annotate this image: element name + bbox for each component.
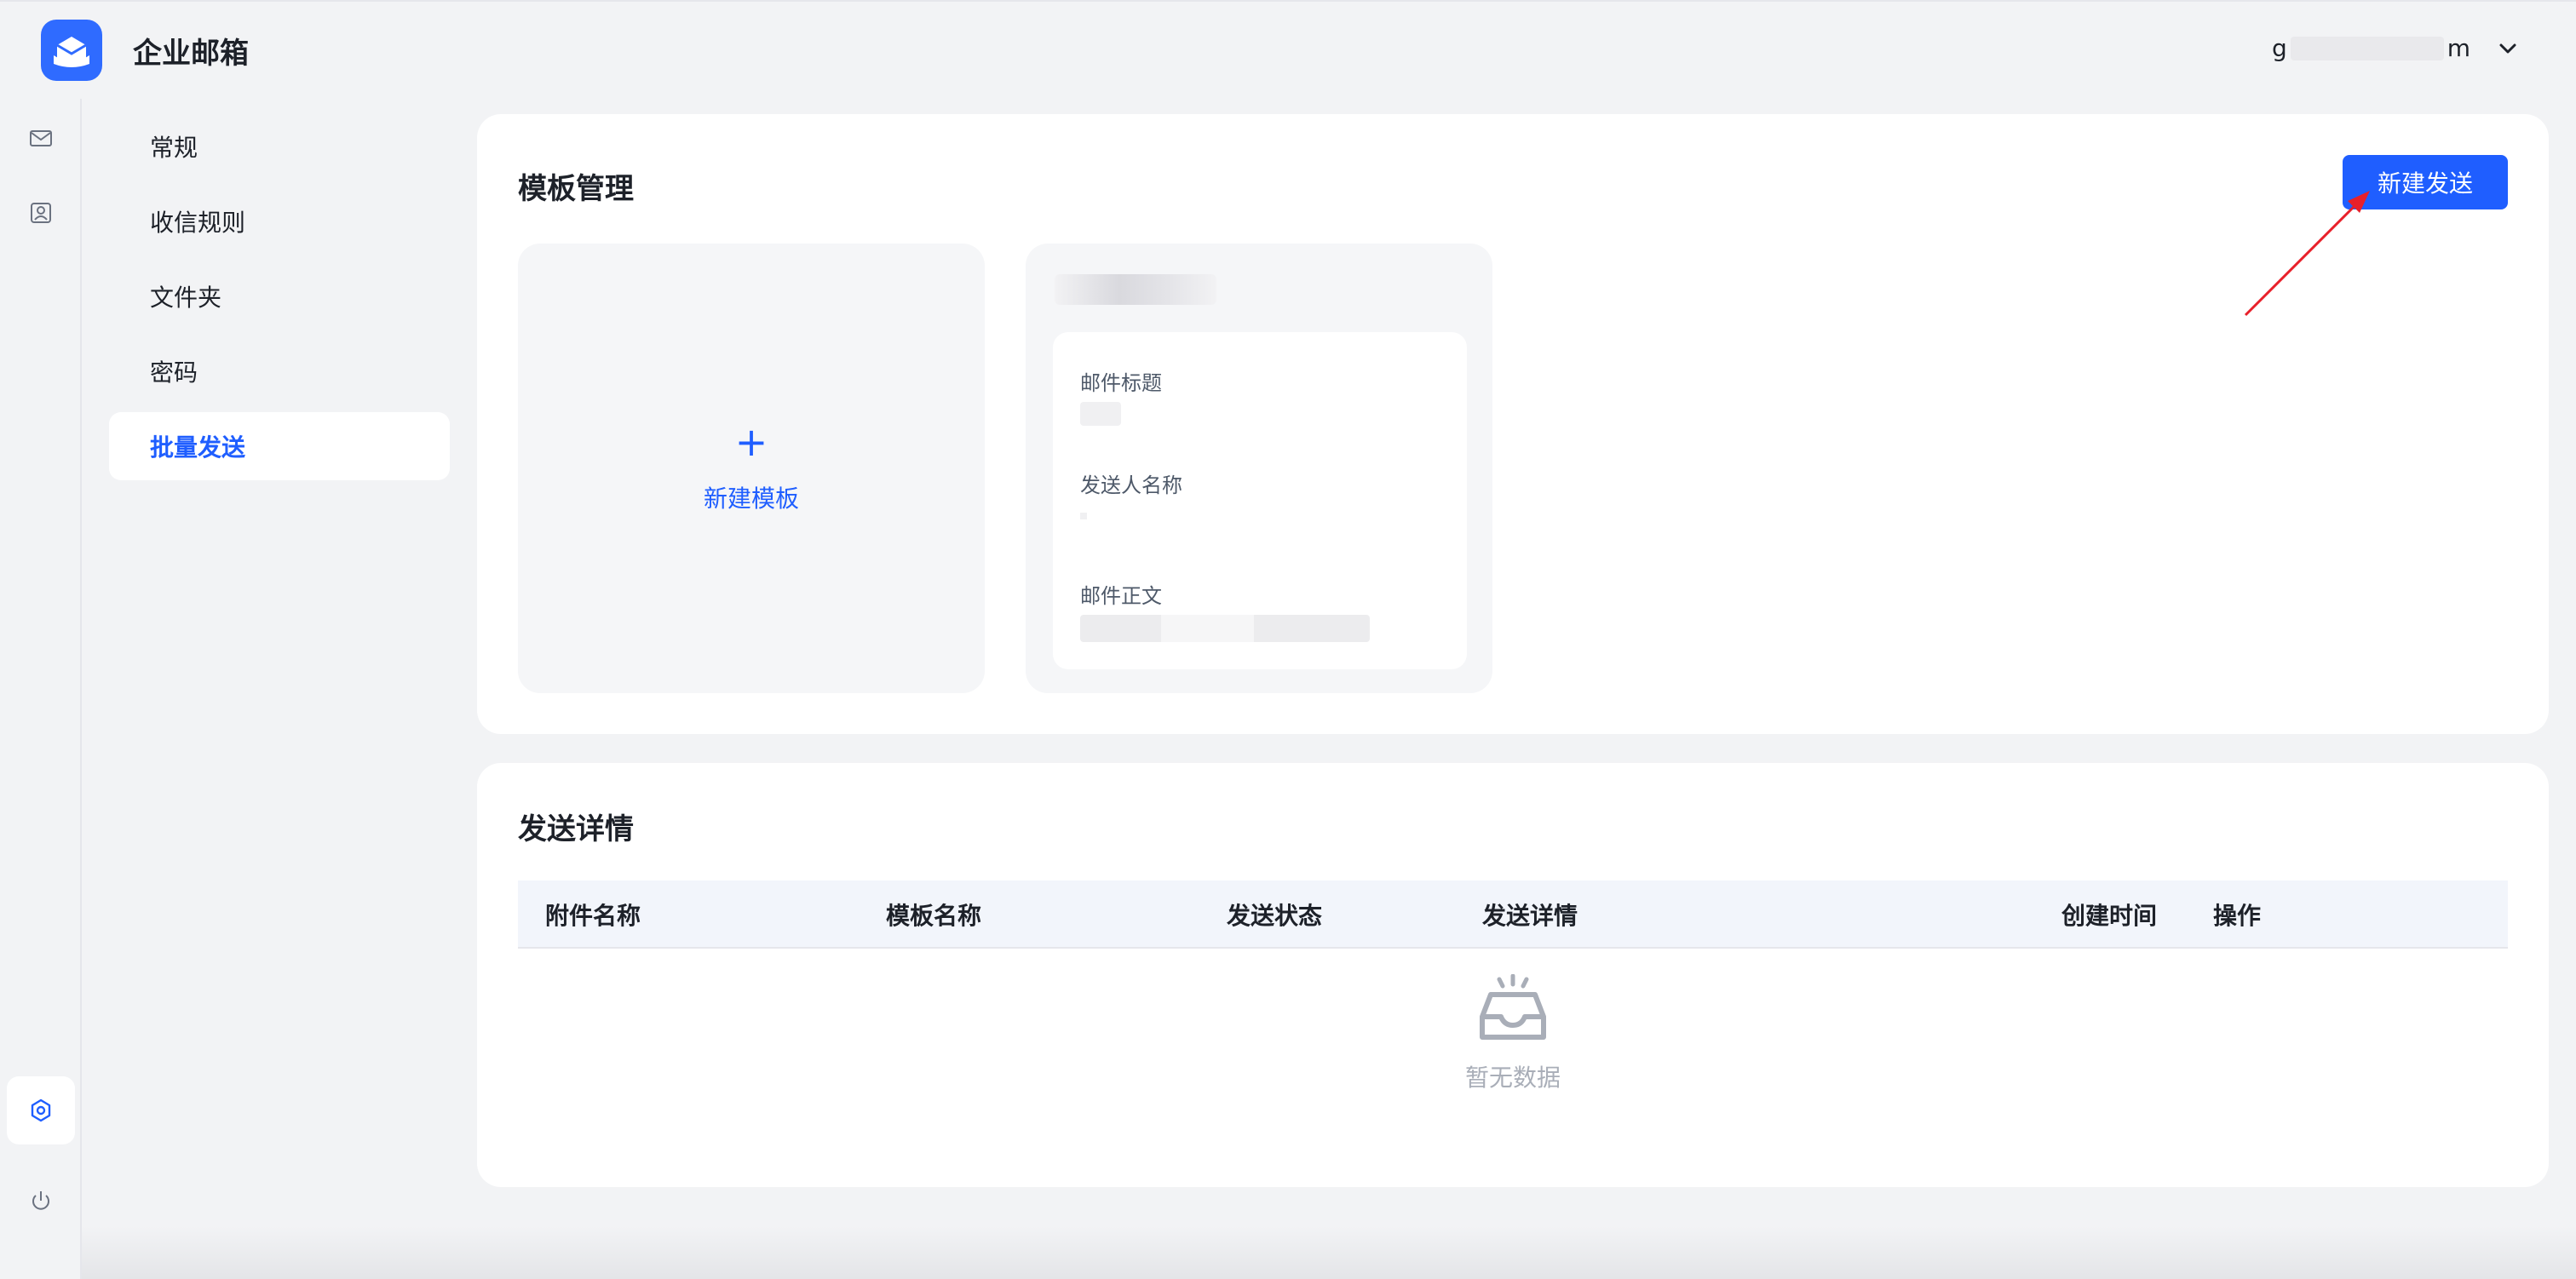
user-email-prefix: g <box>2271 34 2287 62</box>
sender-name-label: 发送人名称 <box>1080 473 1182 497</box>
mail-icon[interactable] <box>7 104 75 172</box>
plus-icon: + <box>734 419 768 465</box>
bottom-edge <box>82 1226 2576 1279</box>
nav-item-bulk-send[interactable]: 批量发送 <box>109 412 450 480</box>
body-value-redacted <box>1080 615 1440 642</box>
column-template-name: 模板名称 <box>886 902 982 930</box>
empty-state-text: 暂无数据 <box>1464 1064 1561 1092</box>
nav-item-password[interactable]: 密码 <box>109 337 450 405</box>
nav-item-general[interactable]: 常规 <box>109 112 450 181</box>
column-created-time: 创建时间 <box>2061 902 2158 930</box>
chevron-down-icon[interactable] <box>2496 37 2520 60</box>
new-template-tile[interactable]: + 新建模板 <box>518 244 985 693</box>
power-icon[interactable] <box>7 1167 75 1235</box>
nav-item-folders[interactable]: 文件夹 <box>109 262 450 330</box>
table-header: 附件名称 模板名称 发送状态 发送详情 创建时间 操作 <box>518 880 2508 949</box>
body-label: 邮件正文 <box>1080 584 1162 608</box>
column-send-status: 发送状态 <box>1227 902 1323 930</box>
send-details-card: 发送详情 附件名称 模板名称 发送状态 发送详情 创建时间 操作 暂无数据 <box>477 763 2549 1187</box>
new-send-button[interactable]: 新建发送 <box>2343 155 2508 209</box>
sender-name-value-redacted <box>1080 513 1440 536</box>
new-template-label: 新建模板 <box>703 485 799 513</box>
empty-inbox-icon <box>1480 974 1546 1040</box>
empty-state: 暂无数据 <box>518 949 2508 1136</box>
nav-item-receive-rules[interactable]: 收信规则 <box>109 187 450 255</box>
template-card[interactable]: 邮件标题 发送人名称 邮件正文 <box>1026 244 1492 693</box>
user-email-redacted <box>2290 36 2444 60</box>
template-section-title: 模板管理 <box>518 172 634 206</box>
subject-label: 邮件标题 <box>1080 371 1162 395</box>
template-preview: 邮件标题 发送人名称 邮件正文 <box>1053 332 1467 669</box>
app-logo-icon <box>41 20 102 81</box>
user-menu[interactable]: g m <box>2272 34 2520 62</box>
top-header: 企业邮箱 g m <box>0 0 2576 99</box>
contacts-icon[interactable] <box>7 179 75 247</box>
send-section-title: 发送详情 <box>518 812 634 846</box>
subject-value-redacted <box>1080 402 1440 426</box>
column-actions: 操作 <box>2213 902 2262 930</box>
user-email-suffix: m <box>2447 34 2470 62</box>
template-management-card: 模板管理 新建发送 + 新建模板 邮件标题 发送人名称 邮件正文 <box>477 114 2549 734</box>
app-title: 企业邮箱 <box>133 36 249 71</box>
settings-icon[interactable] <box>7 1076 75 1144</box>
icon-rail <box>0 99 82 1279</box>
template-name-redacted <box>1055 274 1216 305</box>
column-attachment-name: 附件名称 <box>545 902 641 930</box>
column-send-details: 发送详情 <box>1482 902 1578 930</box>
settings-nav: 常规 收信规则 文件夹 密码 批量发送 <box>109 112 450 487</box>
app-window: 企业邮箱 g m 常规 收信规则 文件夹 密码 批量发送 模板管理 新建发送 +… <box>0 0 2576 1279</box>
